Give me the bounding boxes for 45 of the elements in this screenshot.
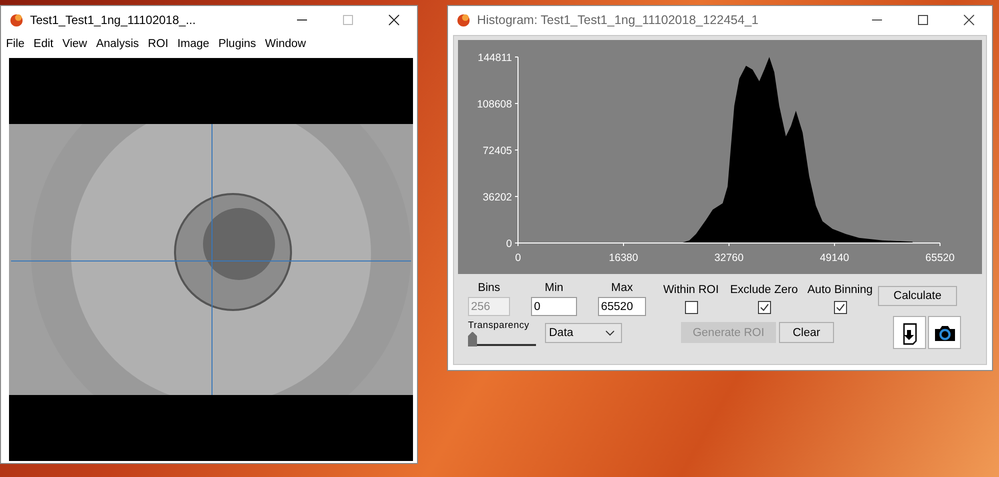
close-icon[interactable] (388, 14, 400, 26)
y-tick-label: 36202 (482, 192, 512, 204)
y-tick-label: 108608 (476, 98, 512, 110)
field-label: Max (611, 282, 633, 295)
menu-item[interactable]: Window (265, 38, 306, 50)
chevron-down-icon (605, 330, 615, 336)
slider-label: Transparency (468, 320, 530, 330)
menu-item[interactable]: File (6, 38, 25, 50)
menu-item[interactable]: Plugins (218, 38, 256, 50)
x-tick-label: 16380 (608, 252, 638, 264)
number-field[interactable]: 65520 (598, 297, 646, 316)
menu-item[interactable]: Edit (34, 38, 54, 50)
window-title: Test1_Test1_1ng_11102018_... (30, 12, 196, 26)
slider-thumb[interactable] (468, 332, 477, 346)
checkbox[interactable] (758, 301, 770, 314)
checkbox-label: Exclude Zero (730, 284, 798, 297)
field-label: Min (544, 282, 564, 295)
maximize-icon[interactable] (917, 14, 929, 26)
number-field[interactable]: 0 (531, 297, 577, 316)
transparency-slider[interactable] (468, 332, 536, 346)
app-icon (456, 12, 471, 27)
checkbox[interactable] (834, 301, 846, 314)
export-button[interactable] (893, 316, 926, 349)
x-tick-label: 49140 (820, 252, 850, 264)
menu-item[interactable]: Analysis (96, 38, 139, 50)
x-tick-label: 32760 (714, 252, 744, 264)
x-tick-label: 65520 (925, 252, 955, 264)
window-title: Histogram: Test1_Test1_1ng_11102018_122454_1 (477, 12, 758, 26)
field-label: Bins (478, 282, 500, 295)
checkbox-label: Auto Binning (807, 284, 873, 297)
y-tick-label: 72405 (482, 145, 512, 157)
checkbox-label: Within ROI (663, 284, 719, 297)
menu-item[interactable]: View (62, 38, 88, 50)
data-dropdown[interactable]: Data (545, 322, 622, 342)
x-tick-label: 0 (515, 252, 521, 264)
y-tick-label: 0 (506, 238, 512, 250)
camera-button[interactable] (928, 316, 961, 349)
app-icon (9, 12, 24, 27)
menu-item[interactable]: ROI (148, 38, 168, 50)
close-icon[interactable] (963, 14, 975, 26)
checkbox[interactable] (684, 301, 698, 314)
calculate-button[interactable]: Calculate (878, 286, 957, 306)
action-button[interactable]: Clear (779, 322, 834, 343)
menu-item[interactable]: Image (177, 38, 210, 50)
y-tick-label: 144811 (478, 52, 512, 64)
